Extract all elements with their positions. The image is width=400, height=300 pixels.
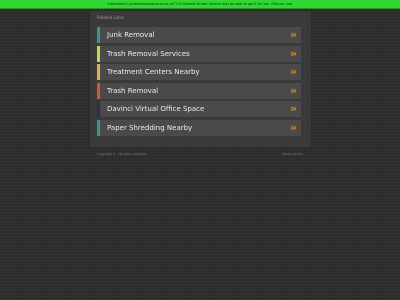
related-link-junk-removal[interactable]: Junk Removal »: [97, 27, 301, 43]
related-link-paper-shredding-nearby[interactable]: Paper Shredding Nearby »: [97, 119, 301, 136]
privacy-policy-link[interactable]: Privacy Policy: [283, 151, 303, 157]
related-link-davinci-virtual-office-space[interactable]: Davinci Virtual Office Space »: [97, 101, 301, 117]
related-link-treatment-centers-nearby[interactable]: Treatment Centers Nearby »: [97, 64, 301, 80]
link-label[interactable]: Junk Removal: [107, 27, 155, 43]
link-accent-bar: [97, 45, 100, 62]
related-link-trash-removal[interactable]: Trash Removal »: [97, 82, 301, 99]
link-accent-bar: [97, 101, 100, 117]
related-links-list: Junk Removal » Trash Removal Services » …: [97, 27, 301, 138]
double-chevron-right-icon[interactable]: »: [290, 27, 297, 42]
page-footer: Copyright © . All rights reserved. Priva…: [97, 151, 303, 157]
double-chevron-right-icon[interactable]: »: [290, 64, 297, 79]
related-links-panel: Related Links Junk Removal » Trash Remov…: [90, 11, 311, 147]
related-link-trash-removal-services[interactable]: Trash Removal Services »: [97, 45, 301, 62]
link-accent-bar: [97, 119, 100, 136]
link-label[interactable]: Paper Shredding Nearby: [107, 120, 192, 136]
domain-broker-banner[interactable]: Interested in junkremovalservices.co.uk?…: [0, 0, 400, 9]
link-label[interactable]: Davinci Virtual Office Space: [107, 101, 204, 117]
double-chevron-right-icon[interactable]: »: [290, 83, 297, 98]
link-accent-bar: [97, 64, 100, 80]
link-label[interactable]: Trash Removal: [107, 83, 158, 99]
banner-text[interactable]: Interested in junkremovalservices.co.uk?…: [108, 2, 293, 6]
related-links-title: Related Links: [97, 15, 124, 20]
double-chevron-right-icon[interactable]: »: [290, 101, 297, 116]
link-label[interactable]: Trash Removal Services: [107, 46, 190, 62]
link-accent-bar: [97, 27, 100, 43]
link-label[interactable]: Treatment Centers Nearby: [107, 64, 200, 80]
link-accent-bar: [97, 82, 100, 99]
copyright-text: Copyright © . All rights reserved.: [97, 152, 147, 156]
double-chevron-right-icon[interactable]: »: [290, 120, 297, 135]
double-chevron-right-icon[interactable]: »: [290, 46, 297, 61]
